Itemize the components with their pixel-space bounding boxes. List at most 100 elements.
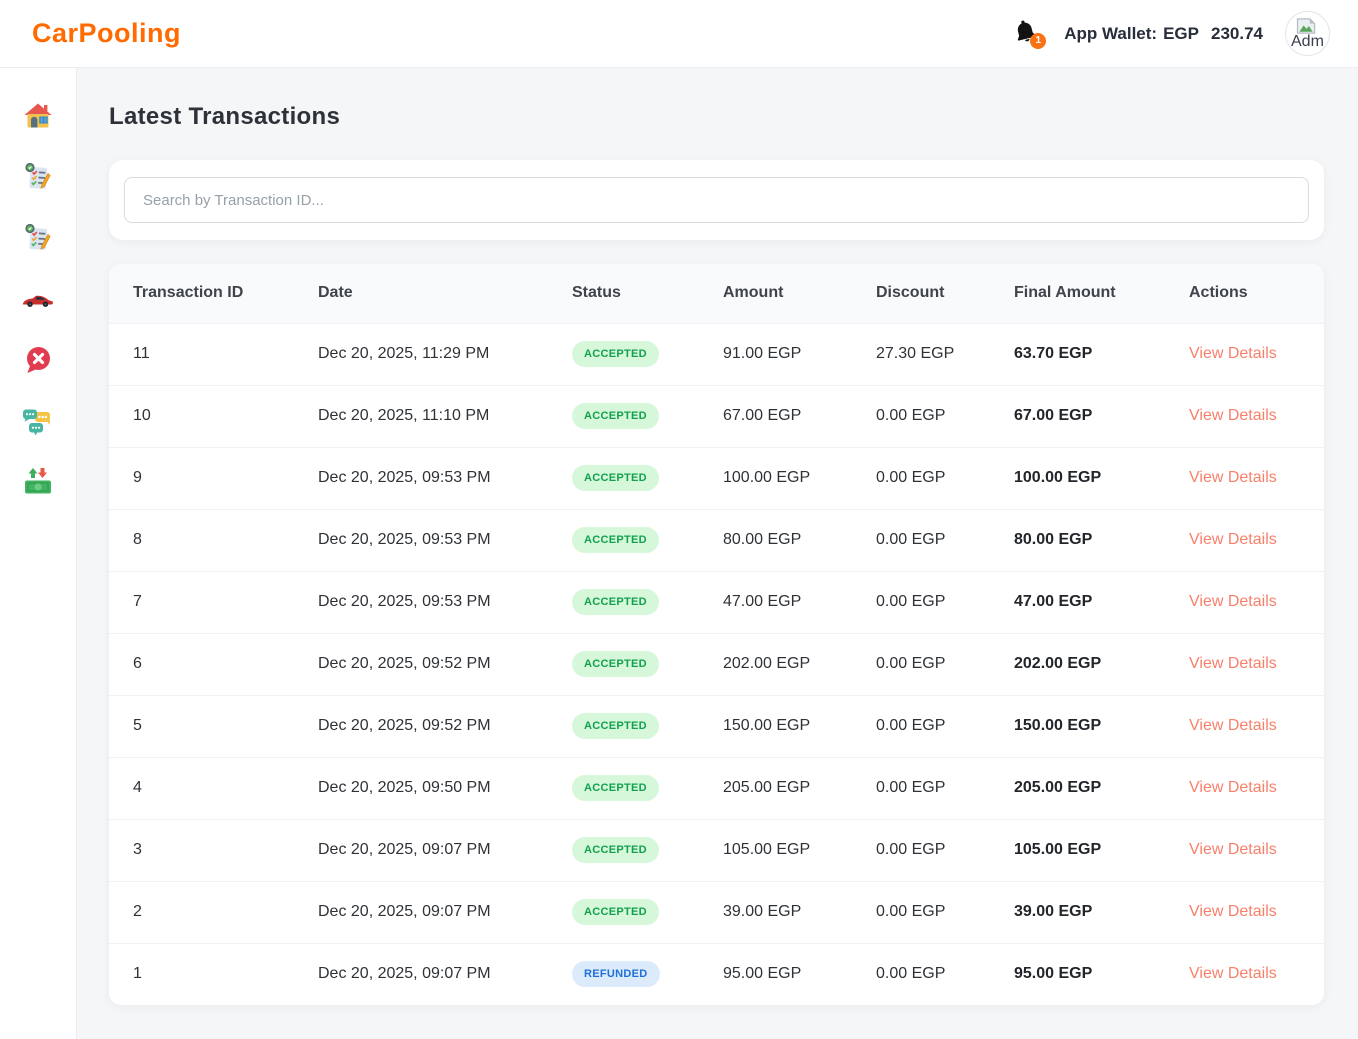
sidebar-item-cancellations[interactable] — [18, 344, 58, 378]
cell-discount: 0.00 EGP — [876, 447, 1014, 509]
sidebar-item-chats[interactable] — [18, 405, 58, 439]
cell-date: Dec 20, 2025, 09:53 PM — [318, 509, 572, 571]
cell-actions: View Details — [1189, 323, 1324, 385]
notifications-button[interactable]: 1 — [1012, 18, 1042, 50]
cell-actions: View Details — [1189, 695, 1324, 757]
view-details-link[interactable]: View Details — [1189, 655, 1277, 672]
cell-transaction-id: 7 — [109, 571, 318, 633]
cell-transaction-id: 6 — [109, 633, 318, 695]
table-row: 8 Dec 20, 2025, 09:53 PM ACCEPTED 80.00 … — [109, 509, 1324, 571]
col-final-amount: Final Amount — [1014, 264, 1189, 323]
cell-status: ACCEPTED — [572, 447, 723, 509]
view-details-link[interactable]: View Details — [1189, 779, 1277, 796]
cell-date: Dec 20, 2025, 09:53 PM — [318, 571, 572, 633]
cell-transaction-id: 2 — [109, 881, 318, 943]
cell-final-amount: 105.00 EGP — [1014, 819, 1189, 881]
cell-amount: 105.00 EGP — [723, 819, 876, 881]
cell-amount: 91.00 EGP — [723, 323, 876, 385]
cell-transaction-id: 4 — [109, 757, 318, 819]
sidebar-item-completed-rides[interactable] — [18, 222, 58, 256]
cell-amount: 150.00 EGP — [723, 695, 876, 757]
cell-date: Dec 20, 2025, 09:07 PM — [318, 881, 572, 943]
cell-amount: 100.00 EGP — [723, 447, 876, 509]
view-details-link[interactable]: View Details — [1189, 965, 1277, 982]
sidebar-item-vehicles[interactable] — [18, 283, 58, 317]
notification-count-badge: 1 — [1030, 33, 1046, 49]
cell-discount: 0.00 EGP — [876, 695, 1014, 757]
view-details-link[interactable]: View Details — [1189, 903, 1277, 920]
header-right-group: 1 App Wallet: EGP 230.74 Adm — [1012, 11, 1330, 56]
table-row: 6 Dec 20, 2025, 09:52 PM ACCEPTED 202.00… — [109, 633, 1324, 695]
sidebar-item-transactions[interactable] — [18, 466, 58, 500]
cell-date: Dec 20, 2025, 09:07 PM — [318, 819, 572, 881]
cell-transaction-id: 8 — [109, 509, 318, 571]
app-wallet-balance: App Wallet: EGP 230.74 — [1064, 24, 1263, 44]
cell-final-amount: 63.70 EGP — [1014, 323, 1189, 385]
cell-amount: 80.00 EGP — [723, 509, 876, 571]
view-details-link[interactable]: View Details — [1189, 407, 1277, 424]
cell-date: Dec 20, 2025, 09:52 PM — [318, 695, 572, 757]
table-row: 7 Dec 20, 2025, 09:53 PM ACCEPTED 47.00 … — [109, 571, 1324, 633]
money-transfer-icon — [21, 466, 55, 501]
col-status: Status — [572, 264, 723, 323]
search-input[interactable] — [124, 177, 1309, 223]
sidebar-item-home[interactable] — [18, 100, 58, 134]
cell-transaction-id: 11 — [109, 323, 318, 385]
cell-transaction-id: 10 — [109, 385, 318, 447]
cell-amount: 39.00 EGP — [723, 881, 876, 943]
chat-bubbles-icon — [21, 405, 55, 440]
cell-discount: 0.00 EGP — [876, 385, 1014, 447]
cell-actions: View Details — [1189, 447, 1324, 509]
cell-date: Dec 20, 2025, 11:10 PM — [318, 385, 572, 447]
view-details-link[interactable]: View Details — [1189, 717, 1277, 734]
cell-actions: View Details — [1189, 757, 1324, 819]
view-details-link[interactable]: View Details — [1189, 841, 1277, 858]
cell-final-amount: 47.00 EGP — [1014, 571, 1189, 633]
cell-status: ACCEPTED — [572, 819, 723, 881]
avatar[interactable]: Adm — [1285, 11, 1330, 56]
cell-date: Dec 20, 2025, 11:29 PM — [318, 323, 572, 385]
cell-date: Dec 20, 2025, 09:07 PM — [318, 943, 572, 1005]
status-badge: ACCEPTED — [572, 589, 659, 615]
cell-final-amount: 202.00 EGP — [1014, 633, 1189, 695]
table-row: 2 Dec 20, 2025, 09:07 PM ACCEPTED 39.00 … — [109, 881, 1324, 943]
col-actions: Actions — [1189, 264, 1324, 323]
cell-discount: 0.00 EGP — [876, 757, 1014, 819]
wallet-amount: 230.74 — [1211, 24, 1263, 44]
cell-actions: View Details — [1189, 385, 1324, 447]
cell-discount: 0.00 EGP — [876, 509, 1014, 571]
status-badge: ACCEPTED — [572, 403, 659, 429]
table-row: 9 Dec 20, 2025, 09:53 PM ACCEPTED 100.00… — [109, 447, 1324, 509]
cell-actions: View Details — [1189, 571, 1324, 633]
view-details-link[interactable]: View Details — [1189, 531, 1277, 548]
cancel-bubble-icon — [22, 344, 54, 379]
avatar-alt-text: Adm — [1291, 33, 1324, 51]
table-row: 3 Dec 20, 2025, 09:07 PM ACCEPTED 105.00… — [109, 819, 1324, 881]
view-details-link[interactable]: View Details — [1189, 593, 1277, 610]
cell-discount: 0.00 EGP — [876, 819, 1014, 881]
view-details-link[interactable]: View Details — [1189, 345, 1277, 362]
cell-actions: View Details — [1189, 819, 1324, 881]
cell-date: Dec 20, 2025, 09:52 PM — [318, 633, 572, 695]
cell-actions: View Details — [1189, 943, 1324, 1005]
transactions-tbody: 11 Dec 20, 2025, 11:29 PM ACCEPTED 91.00… — [109, 323, 1324, 1005]
cell-status: ACCEPTED — [572, 509, 723, 571]
cell-status: ACCEPTED — [572, 881, 723, 943]
sidebar — [0, 68, 77, 1039]
table-header-row: Transaction ID Date Status Amount Discou… — [109, 264, 1324, 323]
cell-final-amount: 100.00 EGP — [1014, 447, 1189, 509]
cell-status: REFUNDED — [572, 943, 723, 1005]
cell-final-amount: 95.00 EGP — [1014, 943, 1189, 1005]
cell-final-amount: 205.00 EGP — [1014, 757, 1189, 819]
view-details-link[interactable]: View Details — [1189, 469, 1277, 486]
sidebar-item-ride-requests[interactable] — [18, 161, 58, 195]
search-card — [109, 160, 1324, 240]
app-logo: CarPooling — [32, 18, 181, 49]
cell-discount: 27.30 EGP — [876, 323, 1014, 385]
status-badge: ACCEPTED — [572, 775, 659, 801]
cell-actions: View Details — [1189, 509, 1324, 571]
col-amount: Amount — [723, 264, 876, 323]
status-badge: ACCEPTED — [572, 651, 659, 677]
col-discount: Discount — [876, 264, 1014, 323]
cell-transaction-id: 1 — [109, 943, 318, 1005]
